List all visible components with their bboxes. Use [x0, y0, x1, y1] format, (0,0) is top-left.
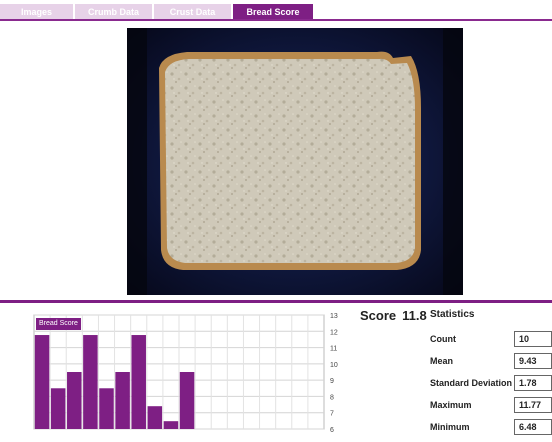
- stat-label-mean: Mean: [430, 356, 454, 366]
- section-divider: [0, 300, 552, 303]
- y-tick-label: 11: [330, 346, 337, 353]
- score-heading: Score 11.8: [360, 308, 427, 323]
- stat-value-mean[interactable]: 9.43: [514, 353, 552, 369]
- stat-row-std: Standard Deviation 1.78: [430, 375, 552, 391]
- stat-label-maximum: Maximum: [430, 400, 472, 410]
- tab-underline: [0, 19, 552, 21]
- y-tick-label: 12: [330, 329, 338, 336]
- bar: [50, 388, 66, 429]
- tab-bread-score[interactable]: Bread Score: [233, 4, 313, 20]
- stat-row-minimum: Minimum 6.48: [430, 419, 552, 435]
- chart-title: Bread Score: [36, 318, 81, 330]
- y-tick-label: 6: [330, 427, 334, 434]
- stat-value-count[interactable]: 10: [514, 331, 552, 347]
- bar: [99, 388, 114, 429]
- stat-row-count: Count 10: [430, 331, 552, 347]
- tab-crust-data[interactable]: Crust Data: [154, 4, 231, 20]
- tab-images[interactable]: Images: [0, 4, 73, 20]
- stat-value-maximum[interactable]: 11.77: [514, 397, 552, 413]
- bread-image: [127, 28, 463, 295]
- stat-label-minimum: Minimum: [430, 422, 470, 432]
- stat-label-count: Count: [430, 334, 456, 344]
- y-tick-label: 8: [330, 394, 334, 401]
- bar: [163, 421, 179, 429]
- bar: [34, 335, 50, 429]
- stat-label-std: Standard Deviation: [430, 378, 513, 388]
- bar: [67, 372, 82, 429]
- score-value: 11.8: [402, 308, 427, 323]
- statistics-title: Statistics: [430, 309, 475, 320]
- stat-value-std[interactable]: 1.78: [514, 375, 552, 391]
- bar: [83, 335, 98, 429]
- score-label: Score: [360, 308, 397, 323]
- bar: [131, 335, 146, 429]
- y-tick-label: 13: [330, 313, 338, 320]
- stat-row-maximum: Maximum 11.77: [430, 397, 552, 413]
- y-tick-label: 9: [330, 378, 334, 385]
- stat-row-mean: Mean 9.43: [430, 353, 552, 369]
- bar: [147, 406, 163, 429]
- bar: [115, 372, 130, 429]
- bar: [179, 372, 195, 429]
- tab-bar: Images Crumb Data Crust Data Bread Score: [0, 0, 552, 22]
- bread-score-chart: 6 7 8 9 10 11 12 13 Bread Score: [24, 307, 354, 439]
- y-tick-label: 10: [330, 362, 338, 369]
- tab-crumb-data[interactable]: Crumb Data: [75, 4, 152, 20]
- stat-value-minimum[interactable]: 6.48: [514, 419, 552, 435]
- y-tick-label: 7: [330, 411, 334, 418]
